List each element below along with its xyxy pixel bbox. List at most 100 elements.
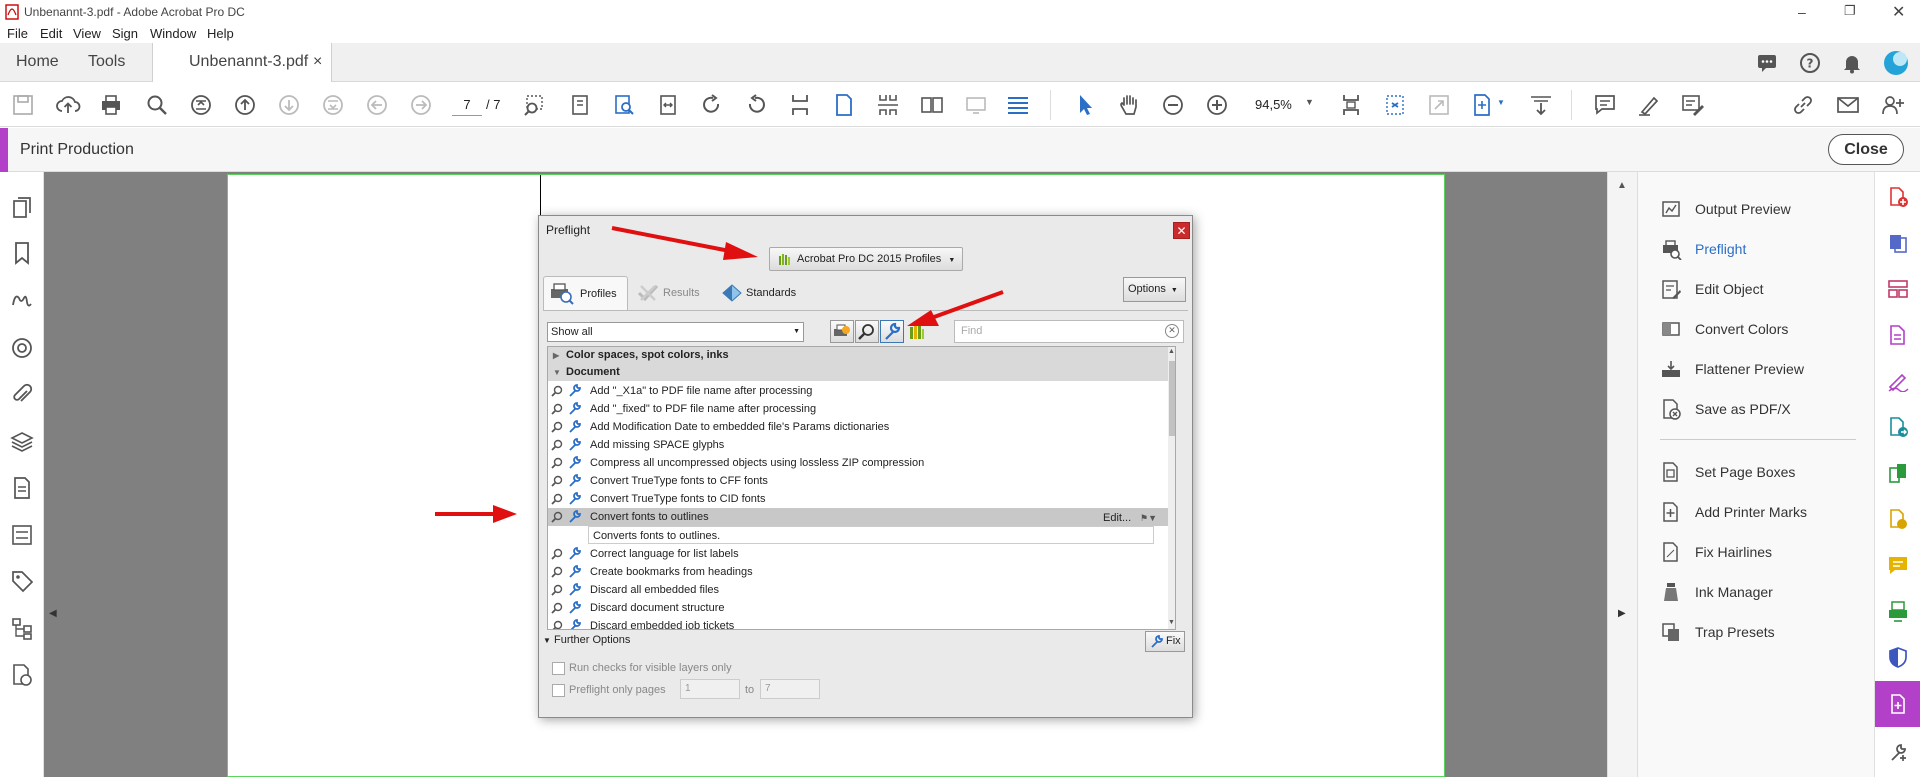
- fixup-row[interactable]: Add missing SPACE glyphs: [548, 436, 1168, 454]
- tab-document[interactable]: Unbenannt-3.pdf ×: [152, 43, 332, 83]
- edit-fixup-button[interactable]: Edit...: [1103, 509, 1131, 527]
- more-tools-icon[interactable]: [1887, 741, 1909, 763]
- fixup-row[interactable]: Create bookmarks from headings: [548, 563, 1168, 581]
- edit-object-item[interactable]: Edit Object: [1660, 276, 1763, 302]
- tab-home[interactable]: Home: [16, 43, 59, 82]
- crop-icon[interactable]: [787, 92, 813, 118]
- fixup-row[interactable]: Discard all embedded files: [548, 581, 1168, 599]
- options-button[interactable]: Options ▼: [1123, 277, 1186, 302]
- tag-icon[interactable]: [9, 568, 35, 594]
- full-screen-icon[interactable]: [1426, 92, 1452, 118]
- fixup-list[interactable]: ▶ Color spaces, spot colors, inks ▼ Docume…: [547, 346, 1176, 630]
- fixup-row[interactable]: Convert TrueType fonts to CFF fonts: [548, 472, 1168, 490]
- close-tool-button[interactable]: Close: [1828, 134, 1904, 165]
- output-preview-item[interactable]: Output Preview: [1660, 196, 1791, 222]
- list-scroll-thumb[interactable]: [1169, 361, 1175, 436]
- fixup-row[interactable]: Discard embedded job tickets: [548, 617, 1168, 629]
- zoom-dropdown-icon[interactable]: ▼: [1305, 97, 1314, 107]
- edit-pdf-icon[interactable]: [1887, 324, 1909, 346]
- fit-page-icon[interactable]: [1338, 92, 1364, 118]
- flag-icon[interactable]: ⚑▼: [1140, 509, 1157, 527]
- tab-profiles[interactable]: Profiles: [543, 276, 628, 310]
- fixup-row[interactable]: Add "_X1a" to PDF file name after proces…: [548, 382, 1168, 400]
- fixup-row[interactable]: Add Modification Date to embedded file's…: [548, 418, 1168, 436]
- content-icon[interactable]: [9, 475, 35, 501]
- save-pdfx-item[interactable]: Save as PDF/X: [1660, 396, 1791, 422]
- trap-presets-item[interactable]: Trap Presets: [1660, 619, 1775, 645]
- group-color[interactable]: ▶ Color spaces, spot colors, inks: [548, 347, 1168, 364]
- profiles-library-button[interactable]: Acrobat Pro DC 2015 Profiles ▼: [769, 247, 963, 271]
- compare-icon[interactable]: [1887, 462, 1909, 484]
- comment-icon[interactable]: [1592, 92, 1618, 118]
- last-page-icon[interactable]: [320, 92, 346, 118]
- chat-icon[interactable]: [1756, 52, 1778, 74]
- fixup-row[interactable]: Add "_fixed" to PDF file name after proc…: [548, 400, 1168, 418]
- signature-icon[interactable]: [9, 288, 35, 314]
- download-icon[interactable]: [1528, 92, 1554, 118]
- menu-edit[interactable]: Edit: [40, 26, 62, 41]
- page-number-input[interactable]: 7: [452, 94, 482, 116]
- page-thumb-icon[interactable]: [567, 92, 593, 118]
- search-icon[interactable]: [144, 92, 170, 118]
- page-up-icon[interactable]: [232, 92, 258, 118]
- dialog-close-button[interactable]: ✕: [1173, 222, 1190, 239]
- scroll-mode-icon[interactable]: [188, 92, 214, 118]
- create-pdf-icon[interactable]: [1887, 186, 1909, 208]
- preflight-pages-checkbox[interactable]: [552, 684, 565, 697]
- highlight-icon[interactable]: [1636, 92, 1662, 118]
- group-document[interactable]: ▼ Document: [548, 364, 1168, 381]
- list-scroll-up-icon[interactable]: ▲: [1168, 348, 1175, 355]
- save-icon[interactable]: [10, 92, 36, 118]
- ink-manager-item[interactable]: Ink Manager: [1660, 579, 1773, 605]
- order-icon[interactable]: [9, 615, 35, 641]
- pages-icon[interactable]: [9, 194, 35, 220]
- print-icon[interactable]: [98, 92, 124, 118]
- protect-icon[interactable]: [1887, 646, 1909, 668]
- forward-icon[interactable]: [408, 92, 434, 118]
- help-icon[interactable]: ?: [1799, 52, 1821, 74]
- set-page-boxes-item[interactable]: Set Page Boxes: [1660, 459, 1795, 485]
- find-page-icon[interactable]: [611, 92, 637, 118]
- single-page-icon[interactable]: [831, 92, 857, 118]
- export-pdf-icon[interactable]: [1887, 416, 1909, 438]
- menu-help[interactable]: Help: [207, 26, 234, 41]
- bell-icon[interactable]: [1841, 52, 1863, 74]
- two-page-icon[interactable]: [919, 92, 945, 118]
- convert-colors-item[interactable]: Convert Colors: [1660, 316, 1788, 342]
- collapse-left-icon[interactable]: ◀: [49, 608, 57, 619]
- minimize-button[interactable]: –: [1798, 4, 1806, 20]
- tab-tools[interactable]: Tools: [88, 43, 125, 82]
- run-checks-checkbox[interactable]: [552, 662, 565, 675]
- print-production-rail-active[interactable]: [1875, 681, 1920, 727]
- fields-icon[interactable]: [9, 522, 35, 548]
- fixup-row[interactable]: Correct language for list labels: [548, 545, 1168, 563]
- zoom-marquee-icon[interactable]: [522, 92, 548, 118]
- fill-sign-rail-icon[interactable]: [1887, 370, 1909, 392]
- read-mode-icon[interactable]: [1005, 92, 1031, 118]
- restore-button[interactable]: ❐: [1844, 3, 1856, 19]
- fixup-row[interactable]: Discard document structure: [548, 599, 1168, 617]
- vertical-scrollbar[interactable]: ▲ ▶: [1607, 172, 1637, 777]
- further-options-toggle[interactable]: ▼ Further Options: [543, 634, 630, 646]
- zoom-in-icon[interactable]: [1204, 92, 1230, 118]
- hand-tool-icon[interactable]: [1116, 92, 1142, 118]
- scan-icon[interactable]: [1887, 600, 1909, 622]
- tab-results[interactable]: Results: [633, 276, 713, 310]
- clear-find-icon[interactable]: ✕: [1165, 324, 1179, 338]
- layout-dropdown-icon[interactable]: ▼: [1497, 98, 1505, 107]
- fit-width-icon[interactable]: [655, 92, 681, 118]
- fill-sign-icon[interactable]: [1680, 92, 1706, 118]
- page-down-icon[interactable]: [276, 92, 302, 118]
- rotate-ccw-icon[interactable]: [743, 92, 769, 118]
- window-close-button[interactable]: ✕: [1892, 2, 1905, 22]
- accessibility-icon[interactable]: [9, 662, 35, 688]
- menu-file[interactable]: File: [7, 26, 28, 41]
- zoom-out-icon[interactable]: [1160, 92, 1186, 118]
- fixup-row[interactable]: Compress all uncompressed objects using …: [548, 454, 1168, 472]
- attachment-icon[interactable]: [9, 382, 35, 408]
- preflight-item[interactable]: Preflight: [1660, 236, 1746, 262]
- zoom-level[interactable]: 94,5%: [1255, 97, 1292, 112]
- layers-target-icon[interactable]: [9, 335, 35, 361]
- flattener-preview-item[interactable]: Flattener Preview: [1660, 356, 1804, 382]
- fixup-row-selected[interactable]: Convert fonts to outlines Edit... ⚑▼: [548, 508, 1168, 526]
